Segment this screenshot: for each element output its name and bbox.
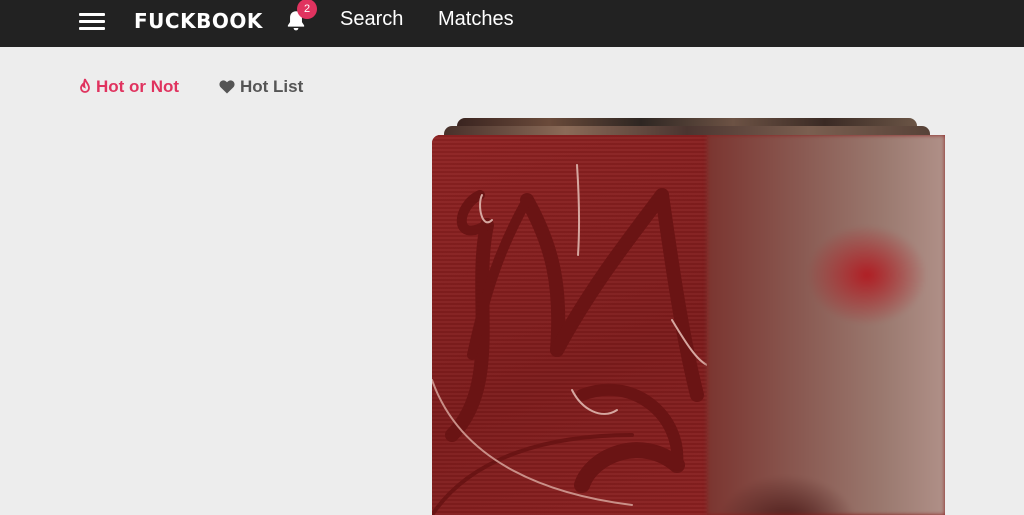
notification-count-badge: 2 <box>297 0 317 19</box>
nav-search-link[interactable]: Search <box>340 8 403 31</box>
profile-photo-right <box>707 135 945 515</box>
profile-photo-card[interactable] <box>432 135 945 515</box>
heart-icon <box>219 80 235 94</box>
tab-hot-list[interactable]: Hot List <box>219 77 303 97</box>
tab-hot-or-not-label: Hot or Not <box>96 77 180 96</box>
top-navigation-bar: FUCKBOOK 2 Search Matches <box>0 0 1024 47</box>
monogram-emblem <box>432 164 707 515</box>
tab-hot-list-label: Hot List <box>240 77 304 96</box>
menu-icon[interactable] <box>79 10 105 34</box>
site-logo[interactable]: FUCKBOOK <box>134 9 263 33</box>
flame-icon <box>80 78 90 93</box>
nav-matches-link[interactable]: Matches <box>438 8 514 31</box>
tab-hot-or-not[interactable]: Hot or Not <box>79 77 179 97</box>
